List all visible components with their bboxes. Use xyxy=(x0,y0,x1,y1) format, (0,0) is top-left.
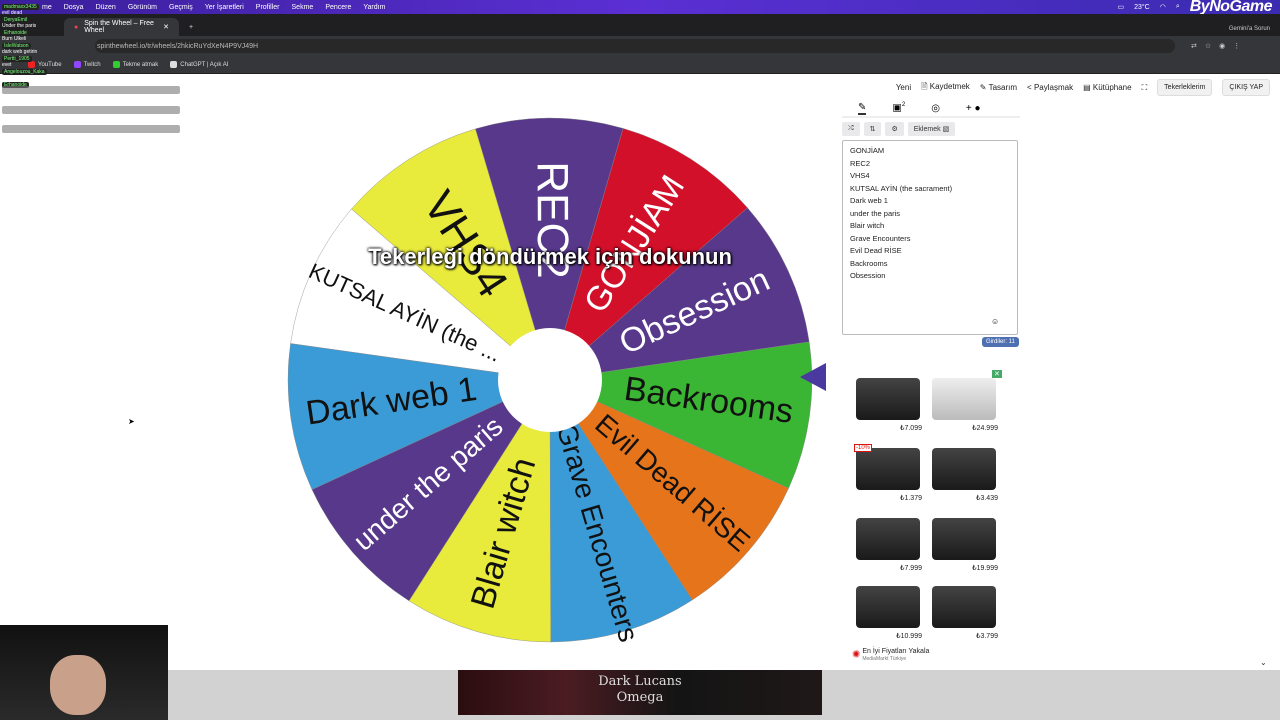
ad-product[interactable]: ₺24.999 xyxy=(928,372,1000,434)
wheel-pointer-icon xyxy=(800,363,826,391)
results-tab-clipboard-icon[interactable]: ▣2 xyxy=(892,102,905,113)
sort-icon: ⇅ xyxy=(869,126,876,133)
ad-price: ₺10.999 xyxy=(896,632,922,640)
ad-footer-sub: MediaMarkt Türkiye xyxy=(862,656,907,662)
entry-line[interactable]: Grave Encounters xyxy=(850,233,1010,246)
printer-image xyxy=(932,586,996,628)
ad-footer-title: En İyi Fiyatları Yakala xyxy=(862,648,930,655)
ad-price: ₺7.999 xyxy=(900,564,922,572)
add-color-icon[interactable]: + ● xyxy=(966,103,981,114)
printer-image xyxy=(856,518,920,560)
entry-line[interactable]: VHS4 xyxy=(850,170,1010,183)
printer-image xyxy=(856,586,920,628)
ad-product[interactable]: ₺3.799 xyxy=(928,580,1000,642)
ad-price: ₺3.439 xyxy=(976,494,998,502)
printer-image xyxy=(932,378,996,420)
add-image-button[interactable]: Eklemek ▧ xyxy=(907,122,956,136)
mediamarkt-logo-icon: ✺ xyxy=(852,649,861,661)
entry-line[interactable]: KUTSAL AYİN (the sacrament) xyxy=(850,183,1010,196)
edit-tab-pencil-icon[interactable]: ✎ xyxy=(858,102,867,115)
mouse-cursor-icon: ➤ xyxy=(128,417,135,426)
printer-image xyxy=(856,448,920,490)
ad-product[interactable]: ₺7.999 xyxy=(852,512,924,574)
ad-product[interactable]: ₺10.999 xyxy=(852,580,924,642)
settings-button[interactable]: ⚙ xyxy=(885,122,904,136)
gear-icon: ⚙ xyxy=(891,126,898,133)
product-ads[interactable]: ✕ ₺7.099 ₺24.999 ₺1.379 -10% ₺3.439 ₺7.999 ₺19… xyxy=(852,370,1004,670)
entry-line[interactable]: Blair witch xyxy=(850,220,1010,233)
results-badge: 2 xyxy=(901,102,906,109)
emoji-icon[interactable]: ☺ xyxy=(991,317,999,326)
streamer-webcam xyxy=(0,625,168,720)
ad-product[interactable]: ₺19.999 xyxy=(928,512,1000,574)
shuffle-button[interactable]: ⤮ xyxy=(842,122,860,136)
spin-hint[interactable]: Tekerleği döndürmek için dokunun xyxy=(300,244,800,270)
add-image-label: Eklemek xyxy=(913,126,941,133)
ad-product[interactable]: ₺7.099 xyxy=(852,372,924,434)
printer-image xyxy=(932,518,996,560)
entries-counter: Girdiler: 11 xyxy=(982,337,1019,347)
shuffle-icon: ⤮ xyxy=(848,125,854,132)
ad-price: ₺19.999 xyxy=(972,564,998,572)
chevron-down-icon[interactable]: ⌄ xyxy=(1260,658,1267,667)
entry-line[interactable]: Dark web 1 xyxy=(850,195,1010,208)
entry-line[interactable]: under the paris xyxy=(850,208,1010,221)
printer-image xyxy=(932,448,996,490)
discount-badge: -10% xyxy=(854,444,873,452)
entry-line[interactable]: REC2 xyxy=(850,158,1010,171)
image-icon: ▧ xyxy=(942,126,950,133)
entries-textarea[interactable]: GONJİAM REC2 VHS4 KUTSAL AYİN (the sacramen… xyxy=(842,140,1018,335)
ad-price: ₺24.999 xyxy=(972,424,998,432)
entry-line[interactable]: GONJİAM xyxy=(850,145,1010,158)
ad-price: ₺1.379 xyxy=(900,494,922,502)
entry-line[interactable]: Backrooms xyxy=(850,258,1010,271)
wheel-center[interactable] xyxy=(498,328,602,432)
banner-line2: Omega xyxy=(616,690,664,705)
ad-product[interactable]: ₺1.379 -10% xyxy=(852,442,924,504)
spin-wheel[interactable]: ObsessionGONJİAMREC2VHS4KUTSAL AYİN (the… xyxy=(0,0,1280,720)
ad-product[interactable]: ₺3.439 xyxy=(928,442,1000,504)
entries-panel: ✎ ▣2 ◎ + ● ⤮ ⇅ ⚙ Eklemek ▧ GONJİAM REC2 VH… xyxy=(842,100,1020,350)
streamer-face xyxy=(50,655,106,715)
sort-button[interactable]: ⇅ xyxy=(863,122,882,136)
ad-footer[interactable]: ✺ En İyi Fiyatları Yakala MediaMarkt Tür… xyxy=(852,648,1012,662)
hide-tab-eye-icon[interactable]: ◎ xyxy=(931,103,940,114)
ad-price: ₺3.799 xyxy=(976,632,998,640)
banner-line1: Dark Lucans xyxy=(598,674,682,689)
printer-image xyxy=(856,378,920,420)
entry-line[interactable]: Evil Dead RİSE xyxy=(850,245,1010,258)
game-ad-banner[interactable]: Dark Lucans Omega xyxy=(458,670,822,715)
entry-line[interactable]: Obsession xyxy=(850,270,1010,283)
ad-price: ₺7.099 xyxy=(900,424,922,432)
